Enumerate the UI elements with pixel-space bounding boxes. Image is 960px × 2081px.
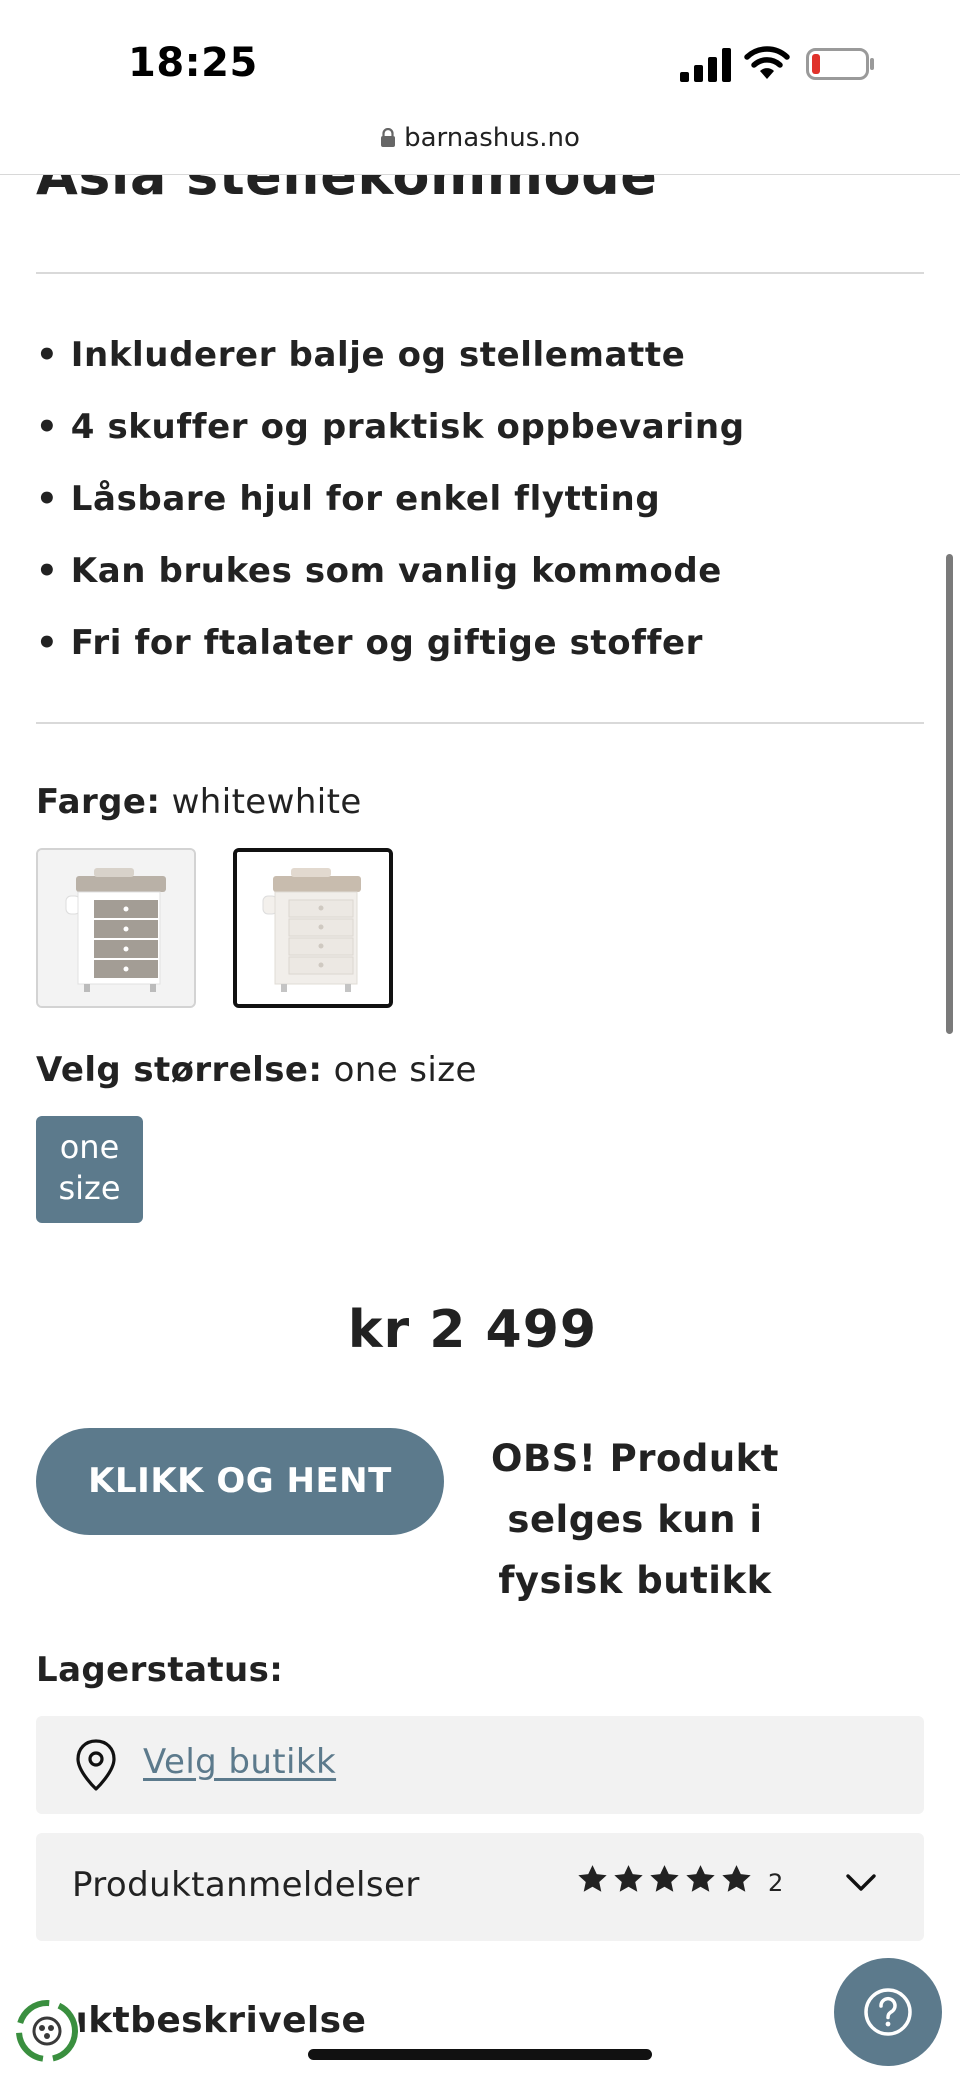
divider	[36, 272, 924, 274]
star-icon	[686, 1865, 715, 1892]
review-count: 2	[768, 1869, 784, 1897]
url-text: barnashus.no	[404, 123, 580, 153]
feature-item: • Inkluderer balje og stellematte	[36, 335, 686, 375]
size-option-line: size	[58, 1169, 121, 1207]
battery-low-icon	[806, 48, 874, 80]
dresser-white-image	[237, 852, 389, 1004]
cellular-signal-icon	[680, 48, 731, 82]
reviews-label: Produktanmeldelser	[72, 1865, 420, 1905]
divider	[36, 722, 924, 724]
store-selector[interactable]: Velg butikk	[36, 1716, 924, 1814]
dresser-grey-image	[38, 850, 194, 1006]
feature-item: • 4 skuffer og praktisk oppbevaring	[36, 407, 745, 447]
ios-status-bar: 18:25	[0, 0, 960, 115]
location-pin-icon	[76, 1739, 116, 1791]
home-indicator	[308, 2049, 652, 2060]
page-scrollbar[interactable]	[946, 554, 953, 1034]
star-icon	[614, 1865, 643, 1892]
size-value: one size	[333, 1050, 477, 1090]
color-value: whitewhite	[171, 782, 362, 822]
size-option-line: one	[59, 1128, 120, 1166]
size-option-button[interactable]: one size	[36, 1116, 143, 1223]
question-mark-icon	[864, 1988, 912, 2036]
feature-item: • Fri for ftalater og giftige stoffer	[36, 623, 704, 663]
star-icon	[650, 1865, 679, 1892]
wifi-icon	[744, 46, 790, 79]
store-only-notice-line: OBS! Produkt	[491, 1437, 779, 1480]
product-reviews-accordion[interactable]: Produktanmeldelser 2	[36, 1833, 924, 1941]
recycle-arrows-icon	[16, 2000, 78, 2062]
rating-stars	[576, 1863, 753, 1896]
star-icon	[578, 1865, 607, 1892]
recycle-badge-icon[interactable]	[14, 1998, 80, 2064]
store-only-notice-line: fysisk butikk	[498, 1559, 772, 1602]
help-button[interactable]	[834, 1958, 942, 2066]
stock-status-label: Lagerstatus:	[36, 1650, 284, 1690]
size-label-title: Velg størrelse:	[36, 1050, 323, 1090]
feature-list: • Inkluderer balje og stellematte • 4 sk…	[36, 328, 745, 688]
store-only-notice: OBS! Produkt selges kun i fysisk butikk	[472, 1428, 798, 1611]
product-price: kr 2 499	[347, 1300, 598, 1360]
browser-url-bar[interactable]: barnashus.no	[0, 115, 960, 175]
feature-item: • Kan brukes som vanlig kommode	[36, 551, 722, 591]
product-description-heading[interactable]: duktbeskrivelse	[36, 2000, 366, 2041]
color-swatch-white[interactable]	[233, 848, 393, 1008]
battery-level	[812, 54, 820, 74]
color-swatch-grey[interactable]	[36, 848, 196, 1008]
status-time: 18:25	[128, 40, 258, 86]
feature-item: • Låsbare hjul for enkel flytting	[36, 479, 661, 519]
product-page: Asia stellekommode • Inkluderer balje og…	[0, 0, 960, 2081]
lock-icon	[381, 128, 396, 147]
color-label: Farge: whitewhite	[36, 782, 362, 822]
color-label-title: Farge:	[36, 782, 161, 822]
size-label: Velg størrelse: one size	[36, 1050, 477, 1090]
click-and-collect-button[interactable]: KLIKK OG HENT	[36, 1428, 444, 1535]
select-store-link[interactable]: Velg butikk	[143, 1742, 336, 1782]
chevron-down-icon	[846, 1874, 876, 1891]
store-only-notice-line: selges kun i	[507, 1498, 763, 1541]
star-icon	[722, 1865, 751, 1892]
url-display: barnashus.no	[0, 123, 960, 153]
